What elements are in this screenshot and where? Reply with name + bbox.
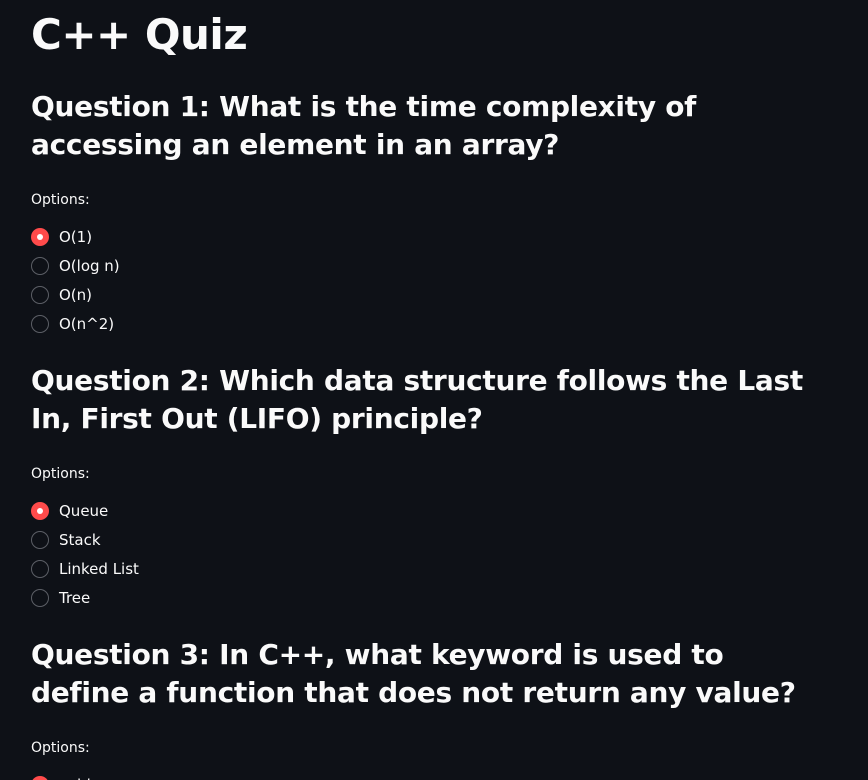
radio-selected-icon[interactable] <box>31 775 49 780</box>
radio-option[interactable]: Stack <box>31 525 868 554</box>
options-label: Options: <box>31 466 90 482</box>
radio-option-label: void <box>59 776 91 780</box>
question-title: Question 1: What is the time complexity … <box>31 90 697 161</box>
question-3: Question 3: In C++, what keyword is used… <box>31 636 868 780</box>
radio-unselected-icon[interactable] <box>31 530 49 549</box>
radio-group-question-2: Queue Stack Linked List Tree <box>31 496 868 612</box>
radio-option[interactable]: O(n^2) <box>31 309 868 338</box>
radio-option-label: Stack <box>59 530 101 549</box>
question-title: Question 3: In C++, what keyword is used… <box>31 638 796 709</box>
radio-option-label: Linked List <box>59 559 139 578</box>
question-1: Question 1: What is the time complexity … <box>31 88 868 338</box>
radio-option[interactable]: O(log n) <box>31 251 868 280</box>
radio-group-question-1: O(1) O(log n) O(n) O(n^2) <box>31 222 868 338</box>
radio-selected-icon[interactable] <box>31 227 49 246</box>
page-title: C++ Quiz <box>31 10 248 59</box>
radio-unselected-icon[interactable] <box>31 256 49 275</box>
radio-option-label: O(n) <box>59 285 93 304</box>
radio-option-label: O(1) <box>59 227 93 246</box>
radio-selected-icon[interactable] <box>31 501 49 520</box>
radio-unselected-icon[interactable] <box>31 588 49 607</box>
radio-option[interactable]: Tree <box>31 583 868 612</box>
radio-option[interactable]: O(n) <box>31 280 868 309</box>
radio-unselected-icon[interactable] <box>31 559 49 578</box>
radio-group-question-3: void <box>31 770 868 780</box>
question-title: Question 2: Which data structure follows… <box>31 364 803 435</box>
options-label: Options: <box>31 192 90 208</box>
radio-unselected-icon[interactable] <box>31 285 49 304</box>
quiz-page: C++ Quiz Question 1: What is the time co… <box>0 0 868 780</box>
radio-option-label: O(n^2) <box>59 314 115 333</box>
radio-option[interactable]: void <box>31 770 868 780</box>
radio-option[interactable]: Linked List <box>31 554 868 583</box>
radio-unselected-icon[interactable] <box>31 314 49 333</box>
question-2: Question 2: Which data structure follows… <box>31 362 868 612</box>
radio-option-label: Tree <box>59 588 91 607</box>
radio-option[interactable]: Queue <box>31 496 868 525</box>
radio-option-label: Queue <box>59 501 109 520</box>
options-label: Options: <box>31 740 90 756</box>
radio-option-label: O(log n) <box>59 256 120 275</box>
radio-option[interactable]: O(1) <box>31 222 868 251</box>
